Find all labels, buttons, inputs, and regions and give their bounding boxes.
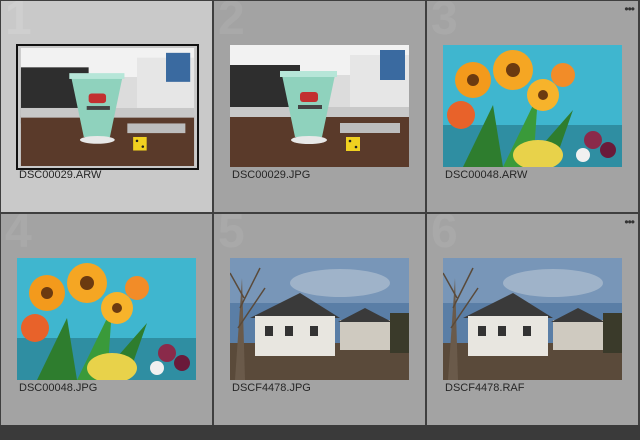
filename-label: DSCF4478.JPG bbox=[232, 382, 311, 394]
more-options-icon[interactable]: ••• bbox=[624, 2, 635, 16]
thumbnail[interactable] bbox=[16, 44, 199, 170]
bottom-strip bbox=[0, 425, 640, 440]
filename-label: DSC00029.JPG bbox=[232, 169, 311, 181]
grid-cell-4[interactable]: 4 DSC00048.JPG bbox=[1, 214, 212, 425]
filename-label: DSC00048.ARW bbox=[445, 169, 528, 181]
grid-cell-2[interactable]: 2 DSC00029.JPG bbox=[214, 1, 425, 212]
filename-label: DSCF4478.RAF bbox=[445, 382, 525, 394]
thumbnail[interactable] bbox=[230, 45, 409, 167]
thumbnail[interactable] bbox=[443, 45, 622, 167]
more-options-icon[interactable]: ••• bbox=[624, 215, 635, 229]
cell-index: 2 bbox=[218, 1, 245, 45]
mug-icon bbox=[20, 48, 195, 166]
thumbnail[interactable] bbox=[443, 258, 622, 380]
house-icon bbox=[230, 258, 409, 380]
cell-index: 6 bbox=[431, 214, 458, 258]
cell-index: 5 bbox=[218, 214, 245, 258]
cell-index: 3 bbox=[431, 1, 458, 45]
mug-icon bbox=[230, 45, 409, 167]
thumbnail[interactable] bbox=[17, 258, 196, 380]
grid-cell-5[interactable]: 5 DSCF4478.JPG bbox=[214, 214, 425, 425]
grid-cell-6[interactable]: 6 ••• DSCF4478.RAF bbox=[427, 214, 638, 425]
flowers-icon bbox=[443, 45, 622, 167]
house-icon bbox=[443, 258, 622, 380]
thumbnail-grid: 1 DSC00029.ARW 2 DSC00029.JPG 3 ••• DSC0… bbox=[0, 0, 640, 440]
filename-label: DSC00029.ARW bbox=[19, 169, 102, 181]
thumbnail[interactable] bbox=[230, 258, 409, 380]
flowers-icon bbox=[17, 258, 196, 380]
cell-index: 1 bbox=[5, 1, 32, 45]
filename-label: DSC00048.JPG bbox=[19, 382, 98, 394]
cell-index: 4 bbox=[5, 214, 32, 258]
grid-cell-1[interactable]: 1 DSC00029.ARW bbox=[1, 1, 212, 212]
grid-cell-3[interactable]: 3 ••• DSC00048.ARW bbox=[427, 1, 638, 212]
